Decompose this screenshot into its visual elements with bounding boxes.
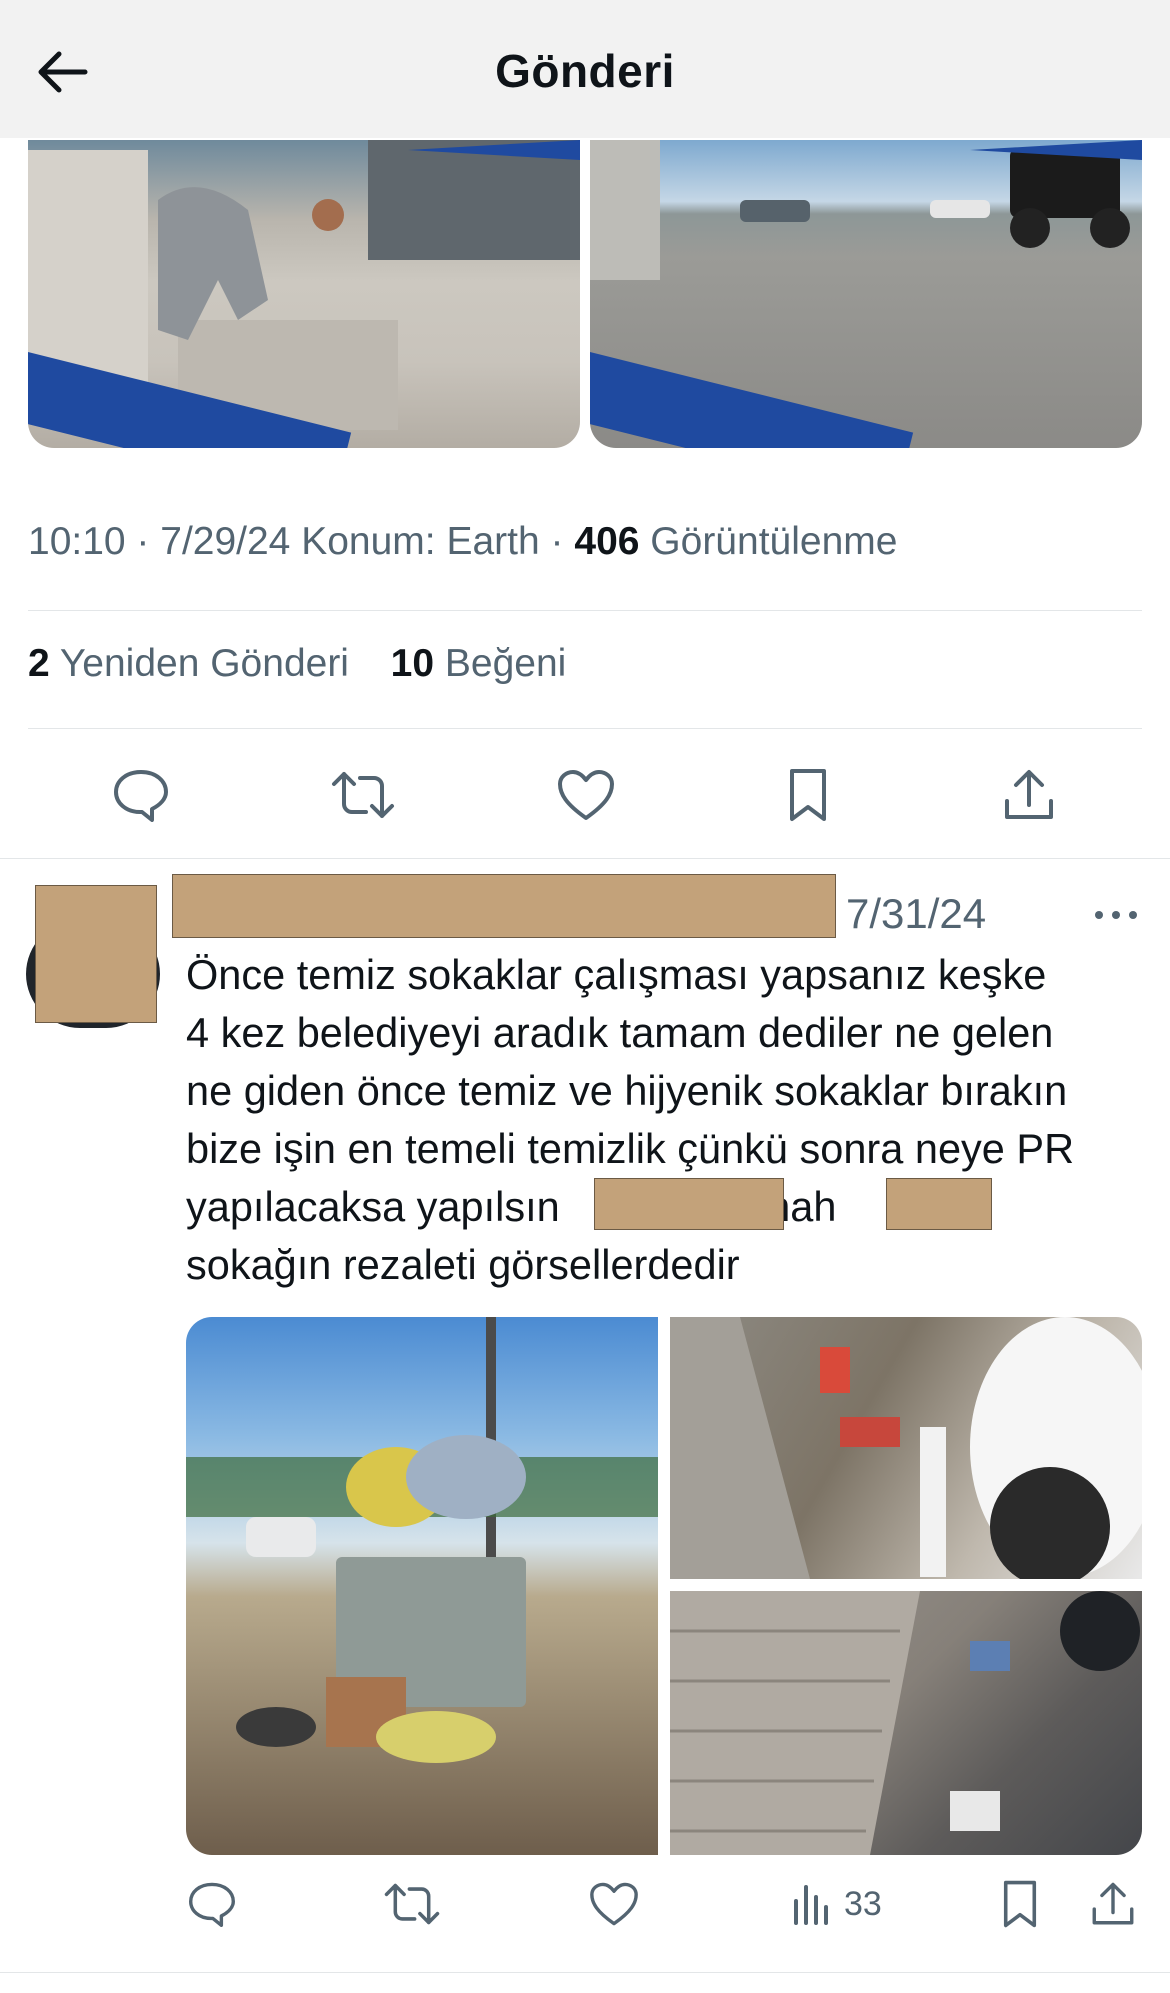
litter-curb-photo[interactable] [670,1317,1142,1579]
like-button[interactable] [584,1876,644,1932]
reply-line: 4 kez belediyeyi aradık tamam dediler ne… [186,1009,1054,1056]
paved-lot-photo[interactable] [590,140,1142,448]
share-button[interactable] [1086,1876,1140,1932]
bookmark-button[interactable] [780,764,836,826]
reposts-count: 2 [28,642,50,685]
meta-separator: · [550,520,564,563]
like-icon [590,1882,638,1926]
page-title: Gönderi [495,45,675,97]
likes-count: 10 [390,642,435,685]
likes-label: Beğeni [444,642,567,685]
post-timestamp: 10:10 · 7/29/24 [28,520,291,563]
post-meta: 10:10 · 7/29/24 Konum: Earth · 406 Görün… [28,520,897,564]
redacted-avatar [35,885,157,1023]
reply-line: sokağın rezaleti görsellerdedir [186,1241,740,1288]
views-label: Görüntülenme [650,520,898,563]
top-bar: Gönderi [0,0,1170,138]
overflowing-dumpster-photo[interactable] [186,1317,658,1855]
views-button[interactable]: 33 [792,1876,912,1932]
more-dots-icon [1095,911,1137,919]
reply-text: Önce temiz sokaklar çalışması yapsanız k… [186,946,1146,1294]
post-stats: 2 Yeniden Gönderi 10 Beğeni [28,642,566,686]
divider [28,610,1142,611]
redacted-username [172,874,836,938]
reposts-label: Yeniden Gönderi [59,642,349,685]
reply-button[interactable] [184,1876,240,1932]
reply-line: ne giden önce temiz ve hijyenik sokaklar… [186,1067,1068,1114]
dumpster-photo-art [186,1317,658,1763]
share-icon [1005,770,1053,819]
reply-icon [189,1882,235,1927]
sidewalk-photo-art [670,1591,1140,1855]
share-button[interactable] [998,764,1060,826]
more-button[interactable] [1090,895,1142,935]
curb-photo-art [670,1317,1142,1579]
paving-worker-photo[interactable] [28,140,580,448]
post-location[interactable]: Konum: Earth [301,520,539,563]
views-icon [794,1885,828,1925]
redacted-street [886,1178,992,1230]
reply-icon [114,770,168,822]
views-count: 406 [574,520,640,563]
like-icon [558,770,614,820]
bookmark-icon [790,769,826,821]
redacted-neighborhood [594,1178,784,1230]
reply-line-part: yapılacaksa yapılsın [186,1183,560,1230]
likes-stat[interactable]: 10 Beğeni [391,642,567,685]
reposts-stat[interactable]: 2 Yeniden Gönderi [28,642,349,685]
repost-icon [384,1883,440,1925]
repost-icon [332,772,394,818]
divider [28,728,1142,729]
reply-date[interactable]: 7/31/24 [846,890,986,938]
like-button[interactable] [552,764,620,826]
litter-sidewalk-photo[interactable] [670,1591,1142,1855]
bookmark-button[interactable] [994,1876,1046,1932]
reply-line: Önce temiz sokaklar çalışması yapsanız k… [186,951,1047,998]
repost-button[interactable] [380,1876,444,1932]
divider [0,858,1170,859]
bookmark-icon [1003,1880,1037,1928]
reply-line: bize işin en temeli temizlik çünkü sonra… [186,1125,1075,1172]
share-icon [1092,1882,1134,1925]
reply-views-count: 33 [844,1884,882,1923]
divider [0,1972,1170,1973]
repost-button[interactable] [326,764,400,826]
reply-button[interactable] [106,764,176,826]
